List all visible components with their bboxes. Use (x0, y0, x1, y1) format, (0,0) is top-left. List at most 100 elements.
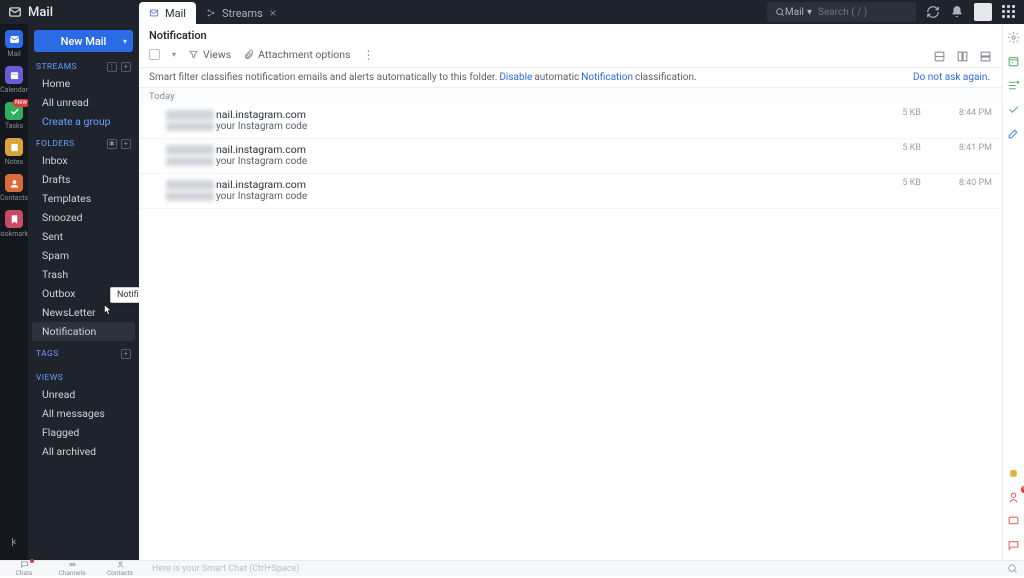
section-folders[interactable]: FOLDERS ✱+ (28, 137, 139, 151)
tab-streams[interactable]: Streams (196, 2, 287, 24)
layout-icon-3[interactable] (979, 48, 992, 61)
bottom-tab-chats[interactable]: Chats (0, 560, 48, 577)
sidebar-item-create-group[interactable]: Create a group (28, 112, 139, 131)
sidebar-item-all-messages[interactable]: All messages (28, 404, 139, 423)
attachment-icon (243, 49, 254, 60)
new-badge: New (13, 99, 29, 107)
rail-mail-label: Mail (7, 50, 20, 58)
rail-tasks-label: Tasks (5, 122, 23, 130)
topbar-actions (926, 3, 1024, 21)
rail-calendar[interactable]: Calendar (0, 66, 28, 94)
rail-mail[interactable]: Mail (0, 30, 28, 58)
section-tags[interactable]: TAGS + (28, 347, 139, 361)
global-search[interactable]: Mail ▾ (767, 2, 916, 22)
redacted-sender (166, 180, 214, 190)
bell-icon[interactable] (950, 5, 964, 19)
smartbar-text-b: automatic (534, 72, 579, 83)
zia-icon[interactable] (1007, 466, 1021, 480)
calendar-widget-icon[interactable] (1007, 54, 1021, 68)
smart-filter-bar: Smart filter classifies notification ema… (139, 68, 1002, 88)
sidebar-item-newsletter[interactable]: NewsLetter (28, 303, 139, 322)
sidebar-item-trash[interactable]: Trash (28, 265, 139, 284)
new-mail-label: New Mail (61, 35, 107, 48)
window-tabs: Mail Streams (139, 0, 287, 24)
sidebar-item-drafts[interactable]: Drafts (28, 170, 139, 189)
right-rail: • (1002, 24, 1024, 560)
folders-add-icon[interactable]: + (121, 139, 131, 149)
settings-icon[interactable] (1007, 30, 1021, 44)
sidebar-item-flagged[interactable]: Flagged (28, 423, 139, 442)
message-from: nail.instagram.com (216, 143, 306, 156)
chat-icon[interactable] (1007, 538, 1021, 552)
list-toolbar: ▾ Views Attachment options ⋮ (139, 42, 1002, 68)
sidebar-item-all-archived[interactable]: All archived (28, 442, 139, 461)
message-from: nail.instagram.com (216, 108, 306, 121)
sidebar-item-templates[interactable]: Templates (28, 189, 139, 208)
sidebar-item-unread[interactable]: Unread (28, 385, 139, 404)
views-label: Views (203, 48, 231, 61)
section-views[interactable]: VIEWS (28, 371, 139, 385)
streams-add-icon[interactable]: + (121, 62, 131, 72)
rail-tasks[interactable]: New Tasks (0, 102, 28, 130)
user-avatar[interactable] (974, 3, 992, 21)
tasks-widget-icon[interactable] (1007, 78, 1021, 92)
sidebar-item-home[interactable]: Home (28, 74, 139, 93)
sidebar-item-sent[interactable]: Sent (28, 227, 139, 246)
select-all-menu-icon[interactable]: ▾ (172, 50, 176, 59)
views-button[interactable]: Views (188, 48, 231, 61)
apps-grid-icon[interactable] (1002, 5, 1016, 19)
date-group-today: Today (139, 88, 1002, 104)
bottom-tab-channels[interactable]: Channels (48, 560, 96, 577)
layout-icon-2[interactable] (956, 48, 969, 61)
sync-icon[interactable] (926, 5, 940, 19)
message-subject: your Instagram code (216, 121, 307, 132)
help-icon[interactable]: • (1007, 490, 1021, 504)
new-mail-button[interactable]: New Mail ▾ (34, 30, 133, 52)
bottom-search-icon[interactable] (1007, 559, 1018, 578)
layout-icon-1[interactable] (933, 48, 946, 61)
main-panel: Notification ▾ Views Attachment options … (139, 24, 1002, 560)
folders-settings-icon[interactable]: ✱ (107, 139, 117, 149)
rail-bookmarks[interactable]: Bookmarks (0, 210, 28, 238)
search-scope[interactable]: Mail ▾ (785, 7, 812, 18)
message-row[interactable]: nail.instagram.com your Instagram code 5… (139, 139, 1002, 174)
streams-settings-icon[interactable]: ⋮ (107, 62, 117, 72)
tags-add-icon[interactable]: + (121, 349, 131, 359)
more-options-icon[interactable]: ⋮ (362, 48, 374, 62)
dont-ask-link[interactable]: Do not ask again. (913, 72, 990, 83)
attachment-options-button[interactable]: Attachment options (243, 48, 350, 61)
rail-notes[interactable]: Notes (0, 138, 28, 166)
sidebar-item-notification[interactable]: Notification (32, 322, 135, 341)
sidebar-item-inbox[interactable]: Inbox (28, 151, 139, 170)
sidebar-item-snoozed[interactable]: Snoozed (28, 208, 139, 227)
close-icon[interactable] (269, 9, 277, 17)
disable-link[interactable]: Disable (499, 72, 532, 83)
tab-mail[interactable]: Mail (139, 2, 196, 24)
rail-calendar-label: Calendar (0, 86, 28, 94)
notes-widget-icon[interactable] (1007, 102, 1021, 116)
rail-contacts[interactable]: Contacts (0, 174, 28, 202)
chevron-down-icon[interactable]: ▾ (123, 37, 127, 46)
sidebar-item-all-unread[interactable]: All unread (28, 93, 139, 112)
streams-tab-icon (206, 8, 216, 18)
redacted-sender (166, 145, 214, 155)
collapse-rail-icon[interactable] (8, 533, 20, 552)
contacts-icon (116, 560, 125, 569)
message-row[interactable]: nail.instagram.com your Instagram code 5… (139, 174, 1002, 209)
feedback-icon[interactable] (1007, 514, 1021, 528)
message-row[interactable]: nail.instagram.com your Instagram code 5… (139, 104, 1002, 139)
message-time: 8:41 PM (959, 143, 992, 153)
section-streams[interactable]: STREAMS ⋮+ (28, 60, 139, 74)
search-input[interactable] (818, 7, 908, 18)
tab-mail-label: Mail (165, 7, 186, 20)
bottom-tab-contacts[interactable]: Contacts (96, 560, 144, 577)
sidebar-item-spam[interactable]: Spam (28, 246, 139, 265)
select-all-checkbox[interactable] (149, 49, 160, 60)
message-subject: your Instagram code (216, 156, 307, 167)
search-icon (775, 7, 785, 17)
edit-widget-icon[interactable] (1007, 126, 1021, 140)
tab-streams-label: Streams (222, 7, 263, 20)
notification-link[interactable]: Notification (581, 72, 633, 83)
hover-tooltip: Notification (110, 287, 139, 303)
smart-chat-hint: Here is your Smart Chat (Ctrl+Space) (152, 564, 299, 574)
